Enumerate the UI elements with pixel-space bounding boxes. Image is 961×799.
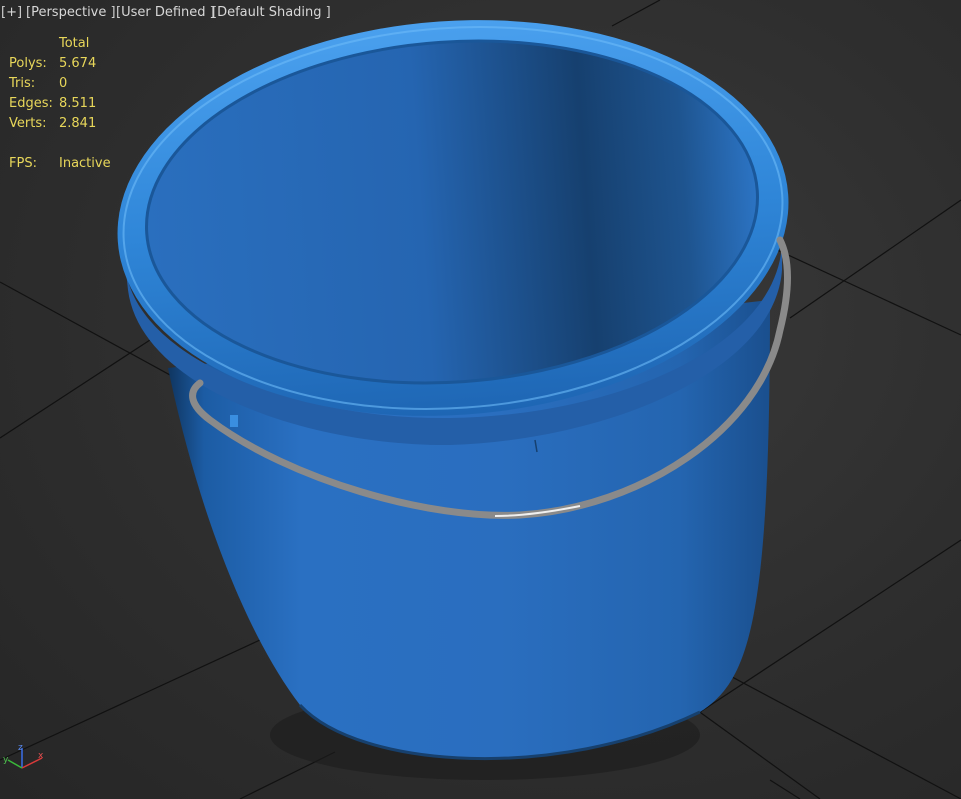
viewport-camera-menu[interactable]: [User Defined ]: [116, 5, 215, 20]
stat-value: Inactive: [59, 156, 111, 171]
stat-value: 5.674: [59, 56, 97, 71]
viewport-shading-menu[interactable]: [Default Shading ]: [212, 5, 331, 20]
stats-row-tris: Tris: 0: [9, 74, 111, 94]
stat-label: Polys:: [9, 56, 47, 71]
grid-line: [789, 199, 961, 319]
stats-row-edges: Edges: 8.511: [9, 94, 111, 114]
stat-label: Tris:: [9, 76, 36, 91]
stat-value: 0: [59, 76, 68, 91]
statistics-overlay: Total Polys: 5.674 Tris: 0 Edges: 8.511 …: [9, 34, 111, 174]
stat-value: 8.511: [59, 96, 97, 111]
axis-x-label: x: [38, 751, 44, 761]
stats-row-polys: Polys: 5.674: [9, 54, 111, 74]
grid-line: [611, 0, 661, 27]
axis-y-label: y: [3, 755, 9, 765]
stat-label: FPS:: [9, 156, 37, 171]
axis-z-label: z: [18, 743, 23, 753]
axis-tripod-icon: z x y: [3, 743, 44, 769]
grid-line: [689, 704, 821, 799]
stats-header-row: Total: [9, 34, 111, 54]
viewport-plus-menu[interactable]: [+]: [1, 5, 22, 20]
grid-line: [0, 339, 151, 439]
stats-row-fps: FPS: Inactive: [9, 154, 111, 174]
grid-line: [769, 779, 801, 799]
stat-label: Edges:: [9, 96, 53, 111]
stats-total-header: Total: [59, 36, 90, 51]
stats-row-verts: Verts: 2.841: [9, 114, 111, 134]
perspective-viewport[interactable]: [+] [Perspective ] [User Defined ] [Defa…: [0, 0, 961, 799]
stat-value: 2.841: [59, 116, 97, 131]
viewport-view-menu[interactable]: [Perspective ]: [26, 5, 116, 20]
stat-label: Verts:: [9, 116, 47, 131]
handle-hinge: [230, 415, 238, 427]
3d-scene[interactable]: [0, 0, 961, 799]
